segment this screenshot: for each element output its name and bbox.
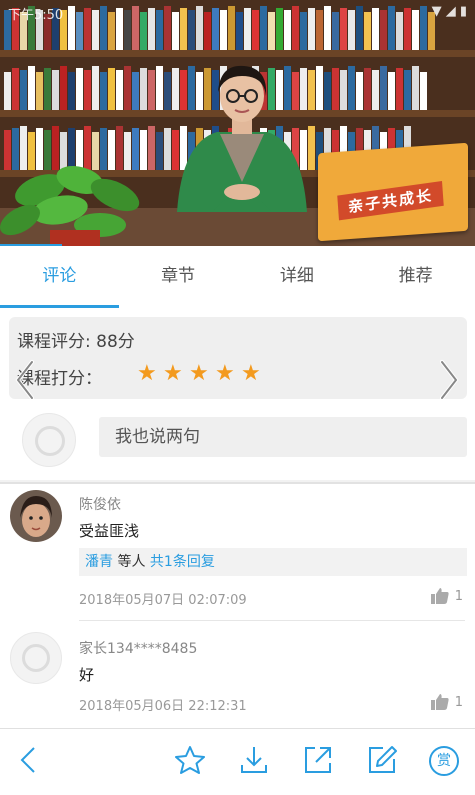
tab-recommend[interactable]: 推荐 (356, 246, 475, 308)
divider (79, 620, 465, 621)
course-page: 亲子共成长 下午5:50 ▼ ◢ ▮ 评论 章节 详细 推荐 课程评分: 88分… (0, 0, 475, 795)
avatar-placeholder-icon (35, 426, 65, 456)
chevron-right-icon[interactable] (434, 356, 464, 404)
edit-icon[interactable] (365, 743, 399, 777)
download-icon[interactable] (237, 743, 271, 777)
avatar (10, 490, 62, 542)
thumbs-up-icon[interactable] (430, 588, 449, 604)
comment-input-row: 我也说两句 (0, 404, 475, 474)
plant-image (0, 165, 140, 246)
chevron-left-icon[interactable] (10, 356, 40, 404)
like-button[interactable]: 1 (430, 588, 463, 604)
like-button[interactable]: 1 (430, 694, 463, 710)
course-score: 课程评分: 88分 (17, 332, 135, 352)
comment-list: 陈俊依 受益匪浅 潘青 等人 共1条回复 2018年05月07日 02:07:0… (0, 482, 475, 728)
star-icon[interactable]: ★ (189, 363, 211, 385)
comment-time: 2018年05月06日 22:12:31 (79, 699, 247, 714)
tab-chapters[interactable]: 章节 (119, 246, 238, 308)
comment-text: 好 (79, 666, 95, 684)
rating-box: 课程评分: 88分 课程打分： ★ ★ ★ ★ ★ (9, 317, 467, 399)
tab-comments[interactable]: 评论 (0, 246, 119, 308)
reply-count-link[interactable]: 共1条回复 (150, 554, 215, 570)
tab-bar: 评论 章节 详细 推荐 (0, 246, 475, 308)
title-card: 亲子共成长 (318, 142, 468, 242)
status-icons: ▼ ◢ ▮ (431, 4, 467, 19)
card-title: 亲子共成长 (337, 180, 444, 221)
thumbs-up-icon[interactable] (430, 694, 449, 710)
comment-time: 2018年05月07日 02:07:09 (79, 593, 247, 608)
comment-author[interactable]: 陈俊依 (79, 494, 121, 514)
user-photo (10, 490, 62, 542)
reply-mid: 等人 (117, 554, 146, 570)
reply-summary[interactable]: 潘青 等人 共1条回复 (79, 548, 467, 576)
bottom-toolbar: 赏 (0, 728, 475, 795)
status-time: 下午5:50 (8, 8, 64, 23)
video-player[interactable]: 亲子共成长 下午5:50 ▼ ◢ ▮ (0, 0, 475, 246)
reward-button[interactable]: 赏 (429, 746, 459, 776)
avatar (22, 413, 76, 467)
comment-author[interactable]: 家长134****8485 (79, 638, 197, 658)
star-icon[interactable]: ★ (241, 363, 263, 385)
tab-details[interactable]: 详细 (238, 246, 357, 308)
avatar (10, 632, 62, 684)
star-icon[interactable]: ★ (215, 363, 237, 385)
star-icon[interactable]: ★ (163, 363, 185, 385)
back-icon[interactable] (12, 743, 46, 777)
comment-input[interactable]: 我也说两句 (99, 417, 467, 457)
star-rating[interactable]: ★ ★ ★ ★ ★ (137, 363, 263, 385)
presenter-image (177, 65, 307, 212)
rating-section: 课程评分: 88分 课程打分： ★ ★ ★ ★ ★ 我也说两句 (0, 308, 475, 480)
status-bar: 下午5:50 ▼ ◢ ▮ (0, 0, 475, 23)
avatar-placeholder-icon (22, 644, 50, 672)
favorite-star-icon[interactable] (173, 743, 207, 777)
share-icon[interactable] (301, 743, 335, 777)
like-count: 1 (454, 588, 463, 604)
star-icon[interactable]: ★ (137, 363, 159, 385)
like-count: 1 (454, 694, 463, 710)
reply-user[interactable]: 潘青 (85, 554, 113, 570)
comment-text: 受益匪浅 (79, 522, 140, 540)
